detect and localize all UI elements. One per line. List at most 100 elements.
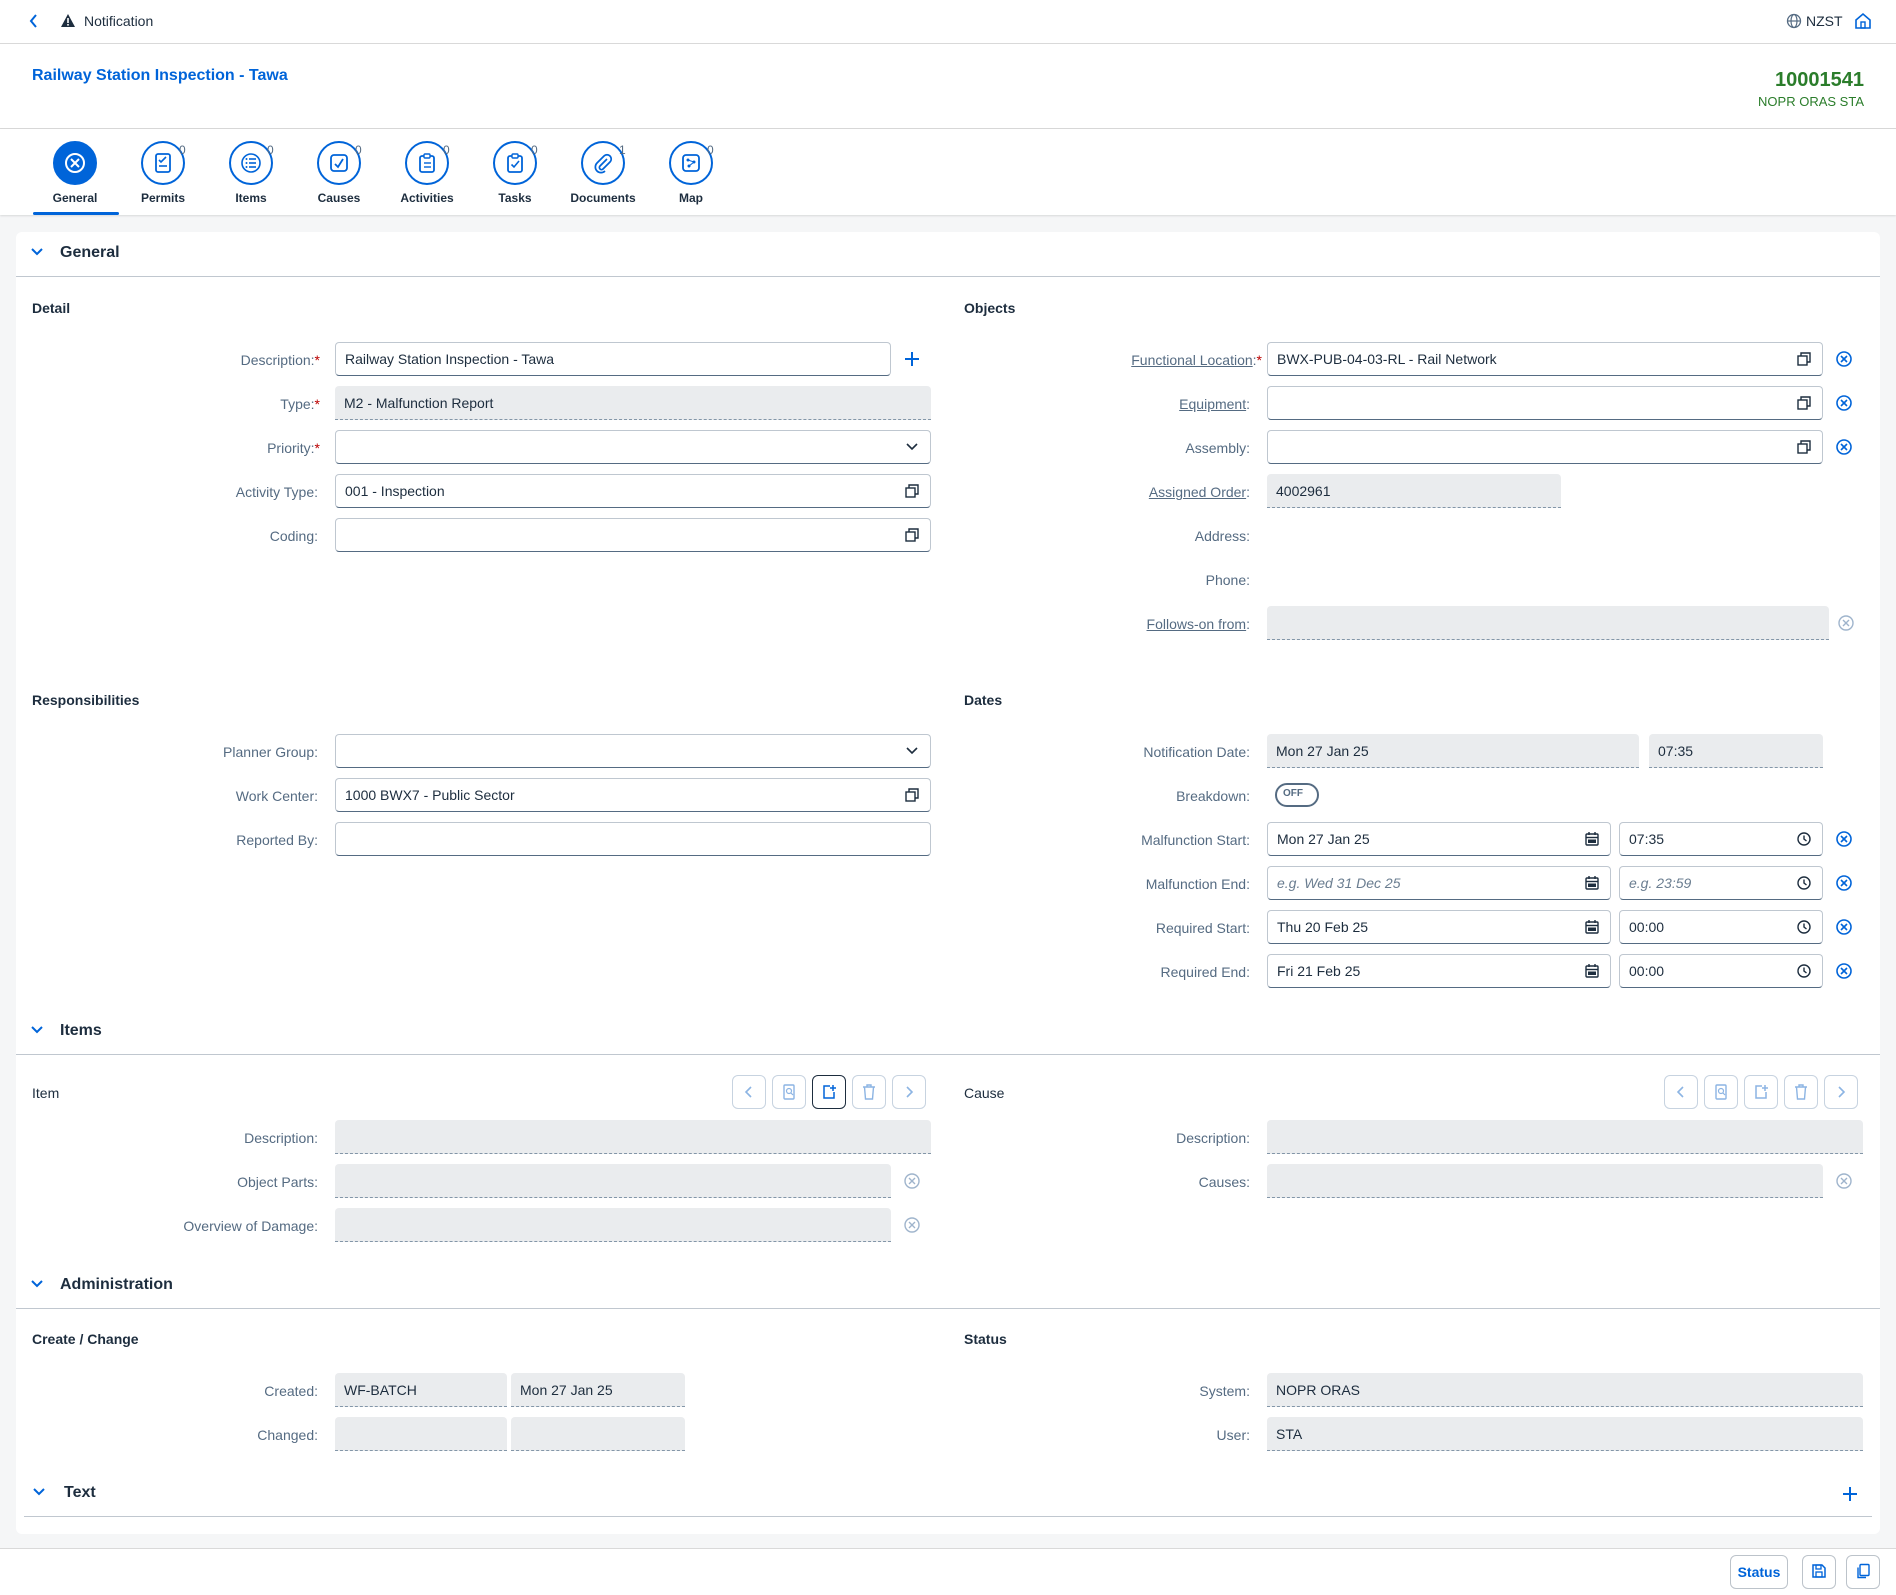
next-button[interactable]	[892, 1075, 926, 1109]
clear-icon[interactable]	[1835, 918, 1853, 936]
tab-items[interactable]: 0 Items	[207, 141, 295, 205]
equipment-input[interactable]	[1267, 386, 1823, 420]
required-start-time[interactable]: 00:00	[1619, 910, 1823, 944]
tab-map[interactable]: 0 Map	[647, 141, 735, 205]
clock-icon[interactable]	[1795, 830, 1813, 848]
coding-input[interactable]	[335, 518, 931, 552]
section-header-text[interactable]: Text	[24, 1472, 1872, 1517]
value-help-icon[interactable]	[903, 786, 921, 804]
clock-icon[interactable]	[1795, 874, 1813, 892]
group-title-item: Item	[32, 1085, 60, 1101]
tab-tasks[interactable]: 0 Tasks	[471, 141, 559, 205]
tab-activities[interactable]: 0 Activities	[383, 141, 471, 205]
delete-cause-button[interactable]	[1784, 1075, 1818, 1109]
clear-icon[interactable]	[1835, 438, 1853, 456]
tab-documents[interactable]: 1 Documents	[559, 141, 647, 205]
clear-icon[interactable]	[1835, 962, 1853, 980]
timezone-label[interactable]: NZST	[1806, 13, 1843, 29]
malfunction-end-time[interactable]: e.g. 23:59	[1619, 866, 1823, 900]
malfunction-start-time[interactable]: 07:35	[1619, 822, 1823, 856]
previous-button[interactable]	[732, 1075, 766, 1109]
status-button[interactable]: Status	[1730, 1555, 1788, 1589]
add-icon[interactable]	[1842, 1486, 1858, 1505]
calendar-icon[interactable]	[1583, 830, 1601, 848]
search-cause-button[interactable]	[1704, 1075, 1738, 1109]
functional-location-input[interactable]: BWX-PUB-04-03-RL - Rail Network	[1267, 342, 1823, 376]
group-title-cause: Cause	[964, 1085, 1005, 1101]
description-input[interactable]: Railway Station Inspection - Tawa	[335, 342, 891, 376]
notification-date-field: Mon 27 Jan 25	[1267, 734, 1639, 768]
chevron-down-icon[interactable]	[903, 742, 921, 760]
required-end-label: Required End:	[1160, 964, 1250, 980]
add-item-button[interactable]	[812, 1075, 846, 1109]
required-end-time[interactable]: 00:00	[1619, 954, 1823, 988]
section-title: Administration	[60, 1276, 173, 1293]
previous-button[interactable]	[1664, 1075, 1698, 1109]
clear-icon[interactable]	[1835, 874, 1853, 892]
section-header-items[interactable]: Items	[16, 1010, 1880, 1055]
clear-icon[interactable]	[1835, 350, 1853, 368]
follows-on-from-label[interactable]: Follows-on from:	[1000, 616, 1250, 632]
chevron-down-icon[interactable]	[903, 438, 921, 456]
calendar-icon[interactable]	[1583, 962, 1601, 980]
clock-icon[interactable]	[1795, 918, 1813, 936]
chevron-down-icon[interactable]	[30, 1023, 44, 1040]
value-help-icon[interactable]	[903, 482, 921, 500]
add-cause-button[interactable]	[1744, 1075, 1778, 1109]
search-item-button[interactable]	[772, 1075, 806, 1109]
delete-item-button[interactable]	[852, 1075, 886, 1109]
work-center-label: Work Center:	[235, 788, 318, 804]
functional-location-label[interactable]: Functional Location:*	[1000, 352, 1262, 368]
next-button[interactable]	[1824, 1075, 1858, 1109]
calendar-icon[interactable]	[1583, 874, 1601, 892]
chevron-down-icon[interactable]	[30, 245, 44, 262]
notification-time-field: 07:35	[1649, 734, 1823, 768]
section-header-general[interactable]: General	[16, 232, 1880, 277]
breakdown-switch[interactable]: OFF	[1275, 783, 1319, 807]
save-button[interactable]	[1802, 1555, 1836, 1589]
value-help-icon[interactable]	[1795, 394, 1813, 412]
clear-icon[interactable]	[1835, 830, 1853, 848]
equipment-label[interactable]: Equipment:	[1000, 396, 1250, 412]
tab-general[interactable]: General	[31, 141, 119, 205]
notification-date-label: Notification Date:	[1143, 744, 1250, 760]
value-help-icon[interactable]	[903, 526, 921, 544]
add-icon[interactable]	[904, 351, 920, 370]
reported-by-input[interactable]	[335, 822, 931, 856]
required-end-date[interactable]: Fri 21 Feb 25	[1267, 954, 1611, 988]
home-icon[interactable]	[1854, 12, 1872, 33]
required-start-date[interactable]: Thu 20 Feb 25	[1267, 910, 1611, 944]
created-on-field: Mon 27 Jan 25	[511, 1373, 685, 1407]
clock-icon[interactable]	[1795, 962, 1813, 980]
created-by-field: WF-BATCH	[335, 1373, 507, 1407]
tab-count: 0	[179, 143, 186, 157]
work-center-input[interactable]: 1000 BWX7 - Public Sector	[335, 778, 931, 812]
planner-group-select[interactable]	[335, 734, 931, 768]
clear-icon[interactable]	[1835, 394, 1853, 412]
activity-type-input[interactable]: 001 - Inspection	[335, 474, 931, 508]
calendar-icon[interactable]	[1583, 918, 1601, 936]
created-label: Created:	[264, 1383, 318, 1399]
copy-button[interactable]	[1846, 1555, 1880, 1589]
chevron-down-icon[interactable]	[30, 1277, 44, 1294]
clear-icon	[903, 1216, 921, 1234]
assembly-input[interactable]	[1267, 430, 1823, 464]
globe-icon[interactable]	[1786, 13, 1802, 32]
malfunction-end-date[interactable]: e.g. Wed 31 Dec 25	[1267, 866, 1611, 900]
value-help-icon[interactable]	[1795, 438, 1813, 456]
priority-select[interactable]	[335, 430, 931, 464]
section-header-administration[interactable]: Administration	[16, 1264, 1880, 1309]
tab-causes[interactable]: 0 Causes	[295, 141, 383, 205]
chevron-down-icon[interactable]	[32, 1485, 46, 1502]
tab-count: 0	[443, 143, 450, 157]
value-help-icon[interactable]	[1795, 350, 1813, 368]
activity-type-label: Activity Type:	[235, 484, 318, 500]
malfunction-start-date[interactable]: Mon 27 Jan 25	[1267, 822, 1611, 856]
assigned-order-label[interactable]: Assigned Order:	[1000, 484, 1250, 500]
group-title-status: Status	[964, 1331, 1007, 1347]
item-description-label: Description:	[244, 1130, 318, 1146]
tab-count: 1	[619, 143, 626, 157]
malfunction-start-label: Malfunction Start:	[1141, 832, 1250, 848]
back-icon[interactable]	[28, 13, 40, 32]
tab-permits[interactable]: 0 Permits	[119, 141, 207, 205]
